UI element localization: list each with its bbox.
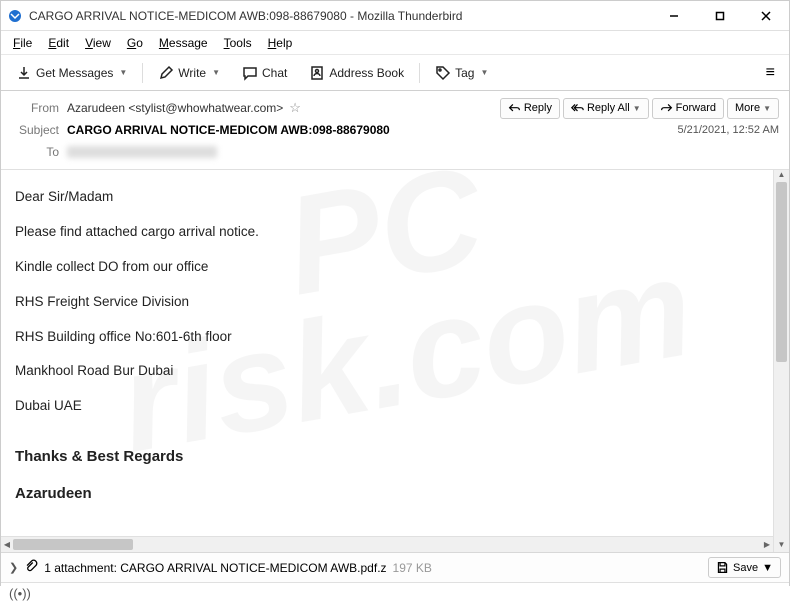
subject-label: Subject (11, 123, 59, 137)
forward-label: Forward (676, 102, 716, 114)
message-date: 5/21/2021, 12:52 AM (677, 124, 779, 136)
from-label: From (11, 101, 59, 115)
thunderbird-icon (7, 8, 23, 24)
address-book-label: Address Book (329, 66, 404, 80)
reply-label: Reply (524, 102, 552, 114)
menu-message[interactable]: Message (151, 33, 216, 53)
to-value (67, 146, 217, 158)
attachment-bar: ❯ 1 attachment: CARGO ARRIVAL NOTICE-MED… (1, 552, 789, 582)
menu-edit[interactable]: Edit (40, 33, 77, 53)
write-label: Write (178, 66, 206, 80)
body-signature: Azarudeen (15, 483, 759, 504)
get-messages-label: Get Messages (36, 66, 113, 80)
chevron-down-icon: ▼ (212, 68, 220, 77)
chevron-down-icon: ▼ (762, 562, 773, 574)
separator (142, 63, 143, 83)
star-icon[interactable]: ☆ (289, 100, 301, 116)
vertical-scroll-thumb[interactable] (776, 182, 787, 362)
chevron-down-icon: ▼ (480, 68, 488, 77)
pencil-icon (158, 65, 174, 81)
online-status-icon[interactable]: ((•)) (9, 586, 31, 601)
scroll-right-arrow[interactable]: ▶ (761, 537, 773, 552)
chat-label: Chat (262, 66, 287, 80)
close-button[interactable] (743, 1, 789, 31)
save-label: Save (733, 562, 758, 574)
menu-tools[interactable]: Tools (216, 33, 260, 53)
menu-view[interactable]: View (77, 33, 119, 53)
message-header: From Azarudeen <stylist@whowhatwear.com>… (1, 91, 789, 170)
app-menu-button[interactable]: ≡ (758, 60, 783, 86)
vertical-scrollbar[interactable]: ▲ ▼ (773, 170, 789, 552)
minimize-button[interactable] (651, 1, 697, 31)
scroll-down-arrow[interactable]: ▼ (774, 540, 789, 552)
horizontal-scroll-thumb[interactable] (13, 539, 133, 550)
address-book-button[interactable]: Address Book (300, 60, 413, 86)
tag-button[interactable]: Tag ▼ (426, 60, 497, 86)
tag-label: Tag (455, 66, 474, 80)
expand-attachment-icon[interactable]: ❯ (9, 561, 18, 574)
save-attachment-button[interactable]: Save ▼ (708, 557, 781, 578)
menu-go[interactable]: Go (119, 33, 151, 53)
chevron-down-icon: ▼ (119, 68, 127, 77)
body-paragraph: RHS Building office No:601-6th floor (15, 328, 759, 347)
body-paragraph: Dear Sir/Madam (15, 188, 759, 207)
body-paragraph: RHS Freight Service Division (15, 293, 759, 312)
body-paragraph: Dubai UAE (15, 397, 759, 416)
reply-button[interactable]: Reply (500, 98, 560, 119)
body-paragraph: Kindle collect DO from our office (15, 258, 759, 277)
menubar: File Edit View Go Message Tools Help (1, 31, 789, 55)
scroll-left-arrow[interactable]: ◀ (1, 537, 13, 552)
message-body: Dear Sir/Madam Please find attached carg… (1, 170, 773, 538)
toolbar: Get Messages ▼ Write ▼ Chat Address Book… (1, 55, 789, 91)
scroll-up-arrow[interactable]: ▲ (774, 170, 789, 182)
body-paragraph: Please find attached cargo arrival notic… (15, 223, 759, 242)
menu-help[interactable]: Help (260, 33, 301, 53)
reply-all-button[interactable]: Reply All ▼ (563, 98, 649, 119)
attachment-size: 197 KB (393, 561, 432, 575)
get-messages-button[interactable]: Get Messages ▼ (7, 60, 136, 86)
forward-button[interactable]: Forward (652, 98, 724, 119)
tag-icon (435, 65, 451, 81)
reply-all-label: Reply All (587, 102, 630, 114)
separator (419, 63, 420, 83)
chevron-down-icon: ▼ (633, 104, 641, 113)
address-book-icon (309, 65, 325, 81)
reply-icon (508, 102, 521, 115)
from-value: Azarudeen <stylist@whowhatwear.com> (67, 101, 283, 115)
body-regards: Thanks & Best Regards (15, 446, 759, 467)
write-button[interactable]: Write ▼ (149, 60, 229, 86)
paperclip-icon (24, 559, 38, 576)
message-body-area: Dear Sir/Madam Please find attached carg… (1, 170, 789, 552)
subject-value: CARGO ARRIVAL NOTICE-MEDICOM AWB:098-886… (67, 123, 390, 137)
horizontal-scrollbar[interactable]: ◀ ▶ (1, 536, 773, 552)
titlebar: CARGO ARRIVAL NOTICE-MEDICOM AWB:098-886… (1, 1, 789, 31)
window-title: CARGO ARRIVAL NOTICE-MEDICOM AWB:098-886… (29, 9, 651, 23)
chevron-down-icon: ▼ (763, 104, 771, 113)
reply-all-icon (571, 102, 584, 115)
forward-icon (660, 102, 673, 115)
menu-file[interactable]: File (5, 33, 40, 53)
statusbar: ((•)) (1, 582, 789, 604)
save-icon (716, 561, 729, 574)
maximize-button[interactable] (697, 1, 743, 31)
download-icon (16, 65, 32, 81)
chat-icon (242, 65, 258, 81)
to-label: To (11, 145, 59, 159)
more-label: More (735, 102, 760, 114)
body-paragraph: Mankhool Road Bur Dubai (15, 362, 759, 381)
more-button[interactable]: More ▼ (727, 98, 779, 119)
chat-button[interactable]: Chat (233, 60, 296, 86)
attachment-label[interactable]: 1 attachment: CARGO ARRIVAL NOTICE-MEDIC… (44, 561, 386, 575)
